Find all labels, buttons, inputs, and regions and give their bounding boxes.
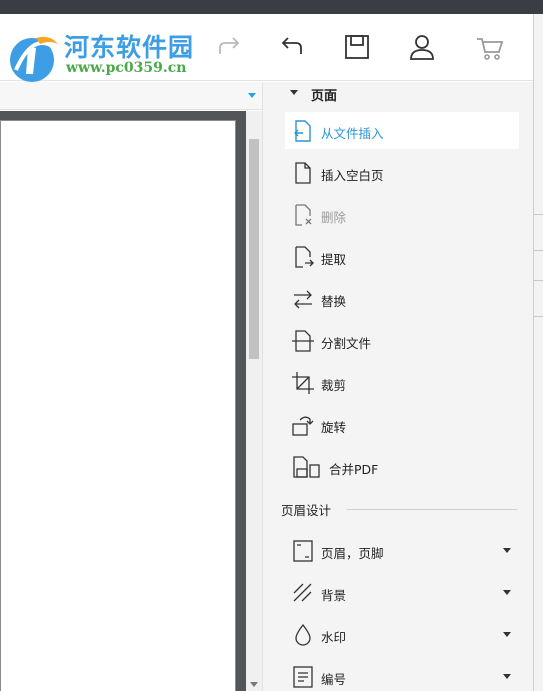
item-label: 合并PDF [329, 462, 379, 477]
edge-divider [534, 250, 543, 251]
item-label: 背景 [321, 588, 347, 603]
dropdown-caret-icon [503, 632, 511, 637]
header-footer-dropdown[interactable]: 页眉，页脚 [285, 532, 519, 569]
watermark-name: 河东软件园 [64, 33, 195, 62]
delete-page-button[interactable]: 删除 [285, 196, 519, 233]
rotate-button[interactable]: 旋转 [285, 406, 519, 443]
account-button[interactable] [405, 32, 439, 66]
item-label: 裁剪 [321, 378, 347, 393]
scrollbar-thumb[interactable] [249, 139, 259, 359]
item-label: 分割文件 [321, 336, 372, 351]
document-tab-bar [0, 82, 262, 110]
dropdown-caret-icon [503, 674, 511, 679]
background-dropdown[interactable]: 背景 [285, 574, 519, 611]
dropdown-caret-icon [503, 548, 511, 553]
merge-pdf-button[interactable]: 合并PDF [285, 448, 519, 485]
document-canvas[interactable] [0, 111, 246, 691]
merge-pdf-icon [291, 455, 321, 479]
blank-page-icon [291, 161, 315, 185]
watermark-logo: 河东软件园 www.pc0359.cn [4, 28, 214, 82]
item-label: 删除 [321, 210, 347, 225]
toolbar: 河东软件园 www.pc0359.cn [0, 14, 533, 82]
item-label: 从文件插入 [321, 126, 384, 141]
watermark-url: www.pc0359.cn [66, 60, 187, 76]
tab-dropdown-icon[interactable] [248, 93, 256, 98]
item-label: 水印 [321, 630, 347, 645]
item-label: 旋转 [321, 420, 347, 435]
redo-button[interactable] [212, 32, 246, 66]
group-divider [347, 509, 517, 510]
cart-button[interactable] [473, 32, 507, 66]
watermark-dropdown[interactable]: 水印 [285, 616, 519, 653]
undo-button[interactable] [275, 32, 309, 66]
user-icon [407, 32, 437, 66]
group-title: 页眉设计 [281, 503, 332, 518]
numbering-dropdown[interactable]: 编号 [285, 658, 519, 691]
item-label: 页眉，页脚 [321, 546, 384, 561]
section-title: 页面 [311, 89, 338, 104]
delete-page-icon [291, 203, 315, 227]
insert-blank-page-button[interactable]: 插入空白页 [285, 154, 519, 191]
numbering-icon [291, 665, 315, 689]
app-window: 河东软件园 www.pc0359.cn 页面 从文件插入 插入空白页 删除 提取… [0, 0, 543, 691]
cart-icon [475, 32, 505, 66]
split-file-icon [291, 329, 315, 353]
insert-from-file-button[interactable]: 从文件插入 [285, 112, 519, 149]
watermark-drop-icon [291, 623, 315, 647]
item-label: 替换 [321, 294, 347, 309]
save-icon [342, 32, 372, 66]
document-page[interactable] [0, 120, 236, 691]
logo-mark-icon [6, 30, 62, 84]
crop-button[interactable]: 裁剪 [285, 364, 519, 401]
scroll-down-arrow-icon[interactable] [250, 682, 258, 687]
item-label: 提取 [321, 252, 347, 267]
extract-page-icon [291, 245, 315, 269]
dropdown-caret-icon [503, 590, 511, 595]
extract-page-button[interactable]: 提取 [285, 238, 519, 275]
replace-page-button[interactable]: 替换 [285, 280, 519, 317]
background-icon [291, 581, 315, 605]
rotate-icon [291, 413, 315, 437]
collapse-triangle-icon [290, 90, 298, 95]
window-right-edge [533, 14, 543, 691]
header-footer-icon [291, 539, 315, 563]
insert-from-file-icon [291, 119, 315, 143]
document-scrollbar[interactable] [246, 111, 262, 691]
replace-icon [291, 287, 315, 311]
crop-icon [291, 371, 315, 395]
split-file-button[interactable]: 分割文件 [285, 322, 519, 359]
page-tools-panel: 页面 从文件插入 插入空白页 删除 提取 替换 分割文件 裁剪 旋转 合并PDF… [262, 82, 533, 691]
title-strip [0, 0, 543, 14]
edge-divider [534, 316, 543, 317]
undo-icon [277, 32, 307, 66]
save-button[interactable] [340, 32, 374, 66]
edge-divider [534, 280, 543, 281]
item-label: 插入空白页 [321, 168, 384, 183]
item-label: 编号 [321, 672, 347, 687]
section-header-pages[interactable]: 页面 [263, 82, 534, 108]
page-design-group-header: 页眉设计 [281, 500, 521, 520]
redo-icon [214, 32, 244, 66]
edge-divider [534, 214, 543, 215]
